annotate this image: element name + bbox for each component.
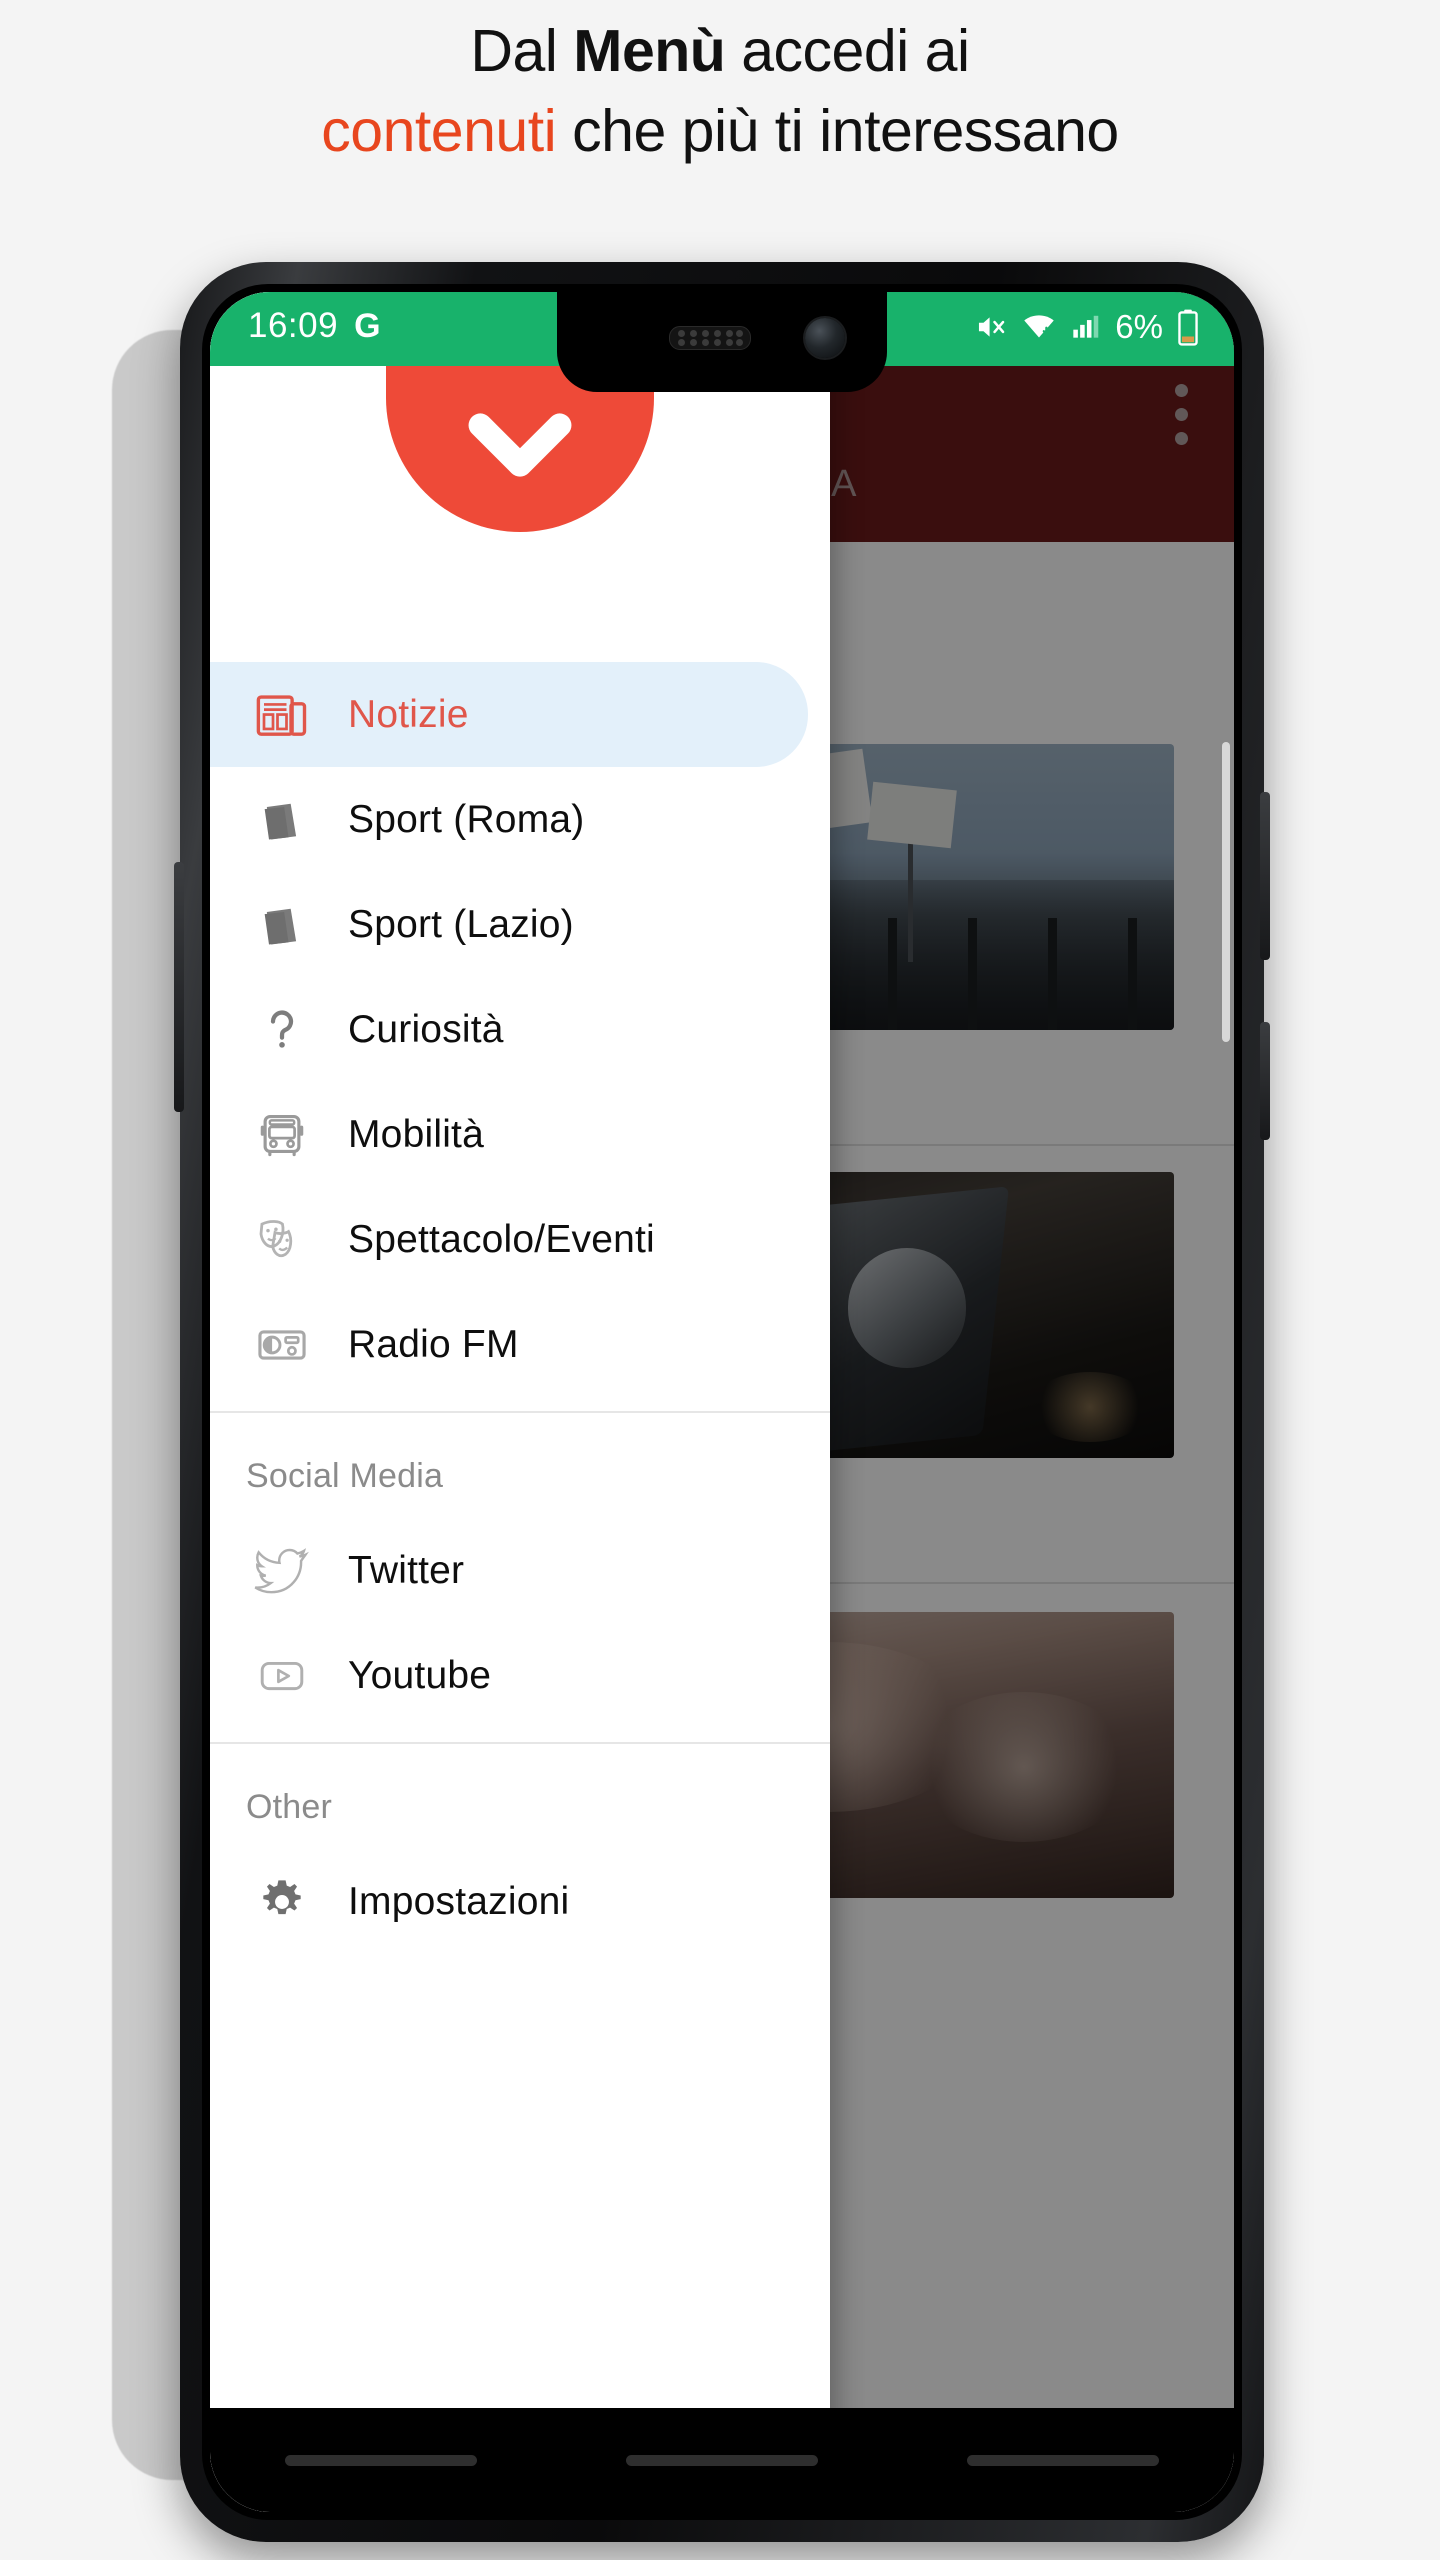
phone-notch <box>557 292 887 392</box>
status-bar-right: 6% <box>974 308 1200 346</box>
sidebar-item-label: Sport (Lazio) <box>348 902 574 946</box>
promo-headline-line-1: Dal Menù accedi ai <box>0 0 1440 88</box>
sidebar-item-impostazioni[interactable]: Impostazioni <box>210 1849 830 1954</box>
volume-down-button[interactable] <box>174 862 184 1112</box>
radio-icon <box>246 1318 318 1372</box>
sidebar-item-label: Mobilità <box>348 1112 484 1156</box>
promo-headline-line-2: contenuti che più ti interessano <box>0 88 1440 168</box>
sidebar-item-label: Twitter <box>348 1548 465 1592</box>
nav-recents-button[interactable] <box>967 2454 1160 2466</box>
sidebar-item-youtube[interactable]: Youtube <box>210 1623 830 1728</box>
power-button[interactable] <box>1260 792 1270 960</box>
sidebar-item-label: Radio FM <box>348 1322 519 1366</box>
promo-text-contenuti: contenuti <box>321 98 557 164</box>
cards-icon <box>246 899 318 951</box>
google-g-icon: G <box>354 306 381 345</box>
wifi-icon <box>1024 315 1055 338</box>
scrollbar[interactable] <box>1222 742 1230 1042</box>
sidebar-item-label: Sport (Roma) <box>348 797 585 841</box>
sidebar-item-twitter[interactable]: Twitter <box>210 1518 830 1623</box>
sidebar-item-label: Impostazioni <box>348 1879 570 1923</box>
earpiece-speaker <box>669 326 751 350</box>
navigation-drawer: Notizie Sport (Roma) Sport (Lazio) Curio… <box>210 292 830 2512</box>
cards-icon <box>246 794 318 846</box>
drawer-primary-list: Notizie Sport (Roma) Sport (Lazio) Curio… <box>210 662 830 1397</box>
twitter-bird-icon <box>246 1543 318 1599</box>
theater-masks-icon <box>246 1212 318 1268</box>
chevron-down-icon <box>468 413 572 477</box>
status-bar-left: 16:09 G <box>248 306 381 346</box>
question-mark-icon <box>246 1003 318 1057</box>
sidebar-item-curiosita[interactable]: Curiosità <box>210 977 830 1082</box>
phone-device: ANSA vi <box>174 262 1270 2542</box>
promo-text-menu: Menù <box>573 18 726 84</box>
sidebar-item-label: Spettacolo/Eventi <box>348 1217 655 1261</box>
sidebar-item-label: Curiosità <box>348 1007 504 1051</box>
promo-text-dal: Dal <box>470 18 574 84</box>
nav-home-button[interactable] <box>625 2454 818 2466</box>
phone-screen: ANSA vi <box>210 292 1234 2512</box>
drawer-section-header-other: Other <box>246 1788 333 1826</box>
bus-icon <box>246 1108 318 1162</box>
battery-percent: 6% <box>1115 308 1163 345</box>
sidebar-item-mobilita[interactable]: Mobilità <box>210 1082 830 1187</box>
sidebar-item-radio-fm[interactable]: Radio FM <box>210 1292 830 1397</box>
status-time: 16:09 <box>248 306 339 345</box>
cellular-signal-icon <box>1073 315 1099 338</box>
promo-text-interessano: che più ti interessano <box>556 98 1119 164</box>
promo-header: Dal Menù accedi ai contenuti che più ti … <box>0 0 1440 300</box>
volume-up-button[interactable] <box>1260 1022 1270 1140</box>
drawer-other-list: Impostazioni <box>210 1849 830 1954</box>
nav-back-button[interactable] <box>284 2454 477 2466</box>
drawer-social-list: Twitter Youtube <box>210 1518 830 1728</box>
sidebar-item-notizie[interactable]: Notizie <box>210 662 808 767</box>
phone-bezel: ANSA vi <box>202 284 1242 2520</box>
front-camera <box>805 318 845 358</box>
drawer-section-header-social: Social Media <box>246 1457 444 1495</box>
newspaper-icon <box>246 688 318 742</box>
android-navigation-bar <box>210 2408 1234 2512</box>
gear-icon <box>246 1875 318 1929</box>
sidebar-item-spettacolo-eventi[interactable]: Spettacolo/Eventi <box>210 1187 830 1292</box>
battery-icon <box>1178 309 1198 346</box>
promo-text-accedi: accedi ai <box>725 18 970 84</box>
volume-mute-icon <box>979 317 1005 337</box>
sidebar-item-sport-roma[interactable]: Sport (Roma) <box>210 767 830 872</box>
sidebar-item-sport-lazio[interactable]: Sport (Lazio) <box>210 872 830 977</box>
sidebar-item-label: Notizie <box>348 692 469 736</box>
youtube-icon <box>246 1649 318 1703</box>
sidebar-item-label: Youtube <box>348 1653 492 1697</box>
